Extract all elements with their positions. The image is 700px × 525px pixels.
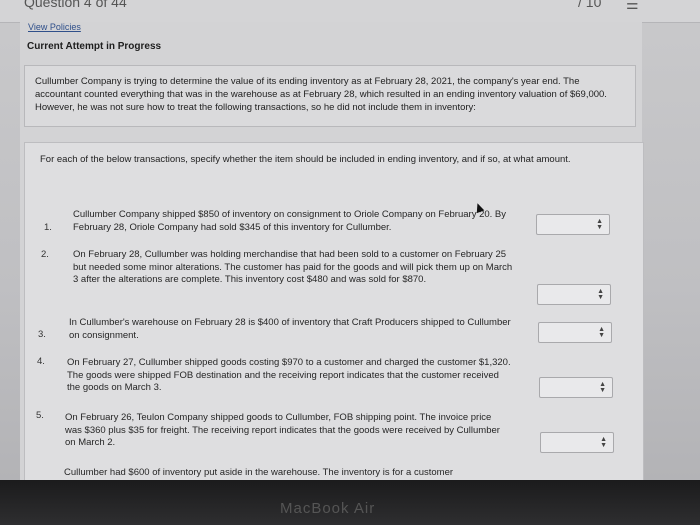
- question-counter: Question 4 of 44: [24, 0, 127, 10]
- item-number: 2.: [41, 249, 49, 260]
- item-text: Cullumber Company shipped $850 of invent…: [73, 209, 507, 233]
- item-text: On February 28, Cullumber was holding me…: [73, 249, 513, 285]
- item-number: 1.: [44, 222, 52, 233]
- item-text: On February 26, Teulon Company shipped g…: [65, 412, 500, 448]
- points-label: / 10: [578, 0, 602, 10]
- attempt-status: Current Attempt in Progress: [27, 41, 162, 52]
- question-header: Question 4 of 44 / 10 ☰: [0, 0, 700, 23]
- problem-intro-box: Cullumber Company is trying to determine…: [24, 65, 636, 127]
- item-2-dropdown[interactable]: ▲ ▼: [537, 284, 611, 305]
- question-instruction: For each of the below transactions, spec…: [40, 154, 571, 165]
- dropdown-arrows-icon: ▲ ▼: [597, 288, 604, 301]
- item-text: On February 27, Cullumber shipped goods …: [67, 357, 511, 393]
- problem-intro-text: Cullumber Company is trying to determine…: [35, 76, 607, 113]
- dropdown-arrows-icon: ▲ ▼: [600, 436, 607, 449]
- dropdown-arrows-icon: ▲ ▼: [599, 381, 606, 394]
- item-number: 5.: [36, 410, 44, 421]
- item-number: 3.: [38, 329, 46, 340]
- dropdown-arrows-icon: ▲ ▼: [598, 326, 605, 339]
- list-icon[interactable]: ☰: [626, 0, 639, 13]
- dropdown-arrows-icon: ▲ ▼: [596, 218, 603, 231]
- item-text: In Cullumber's warehouse on February 28 …: [69, 317, 511, 341]
- item-4-dropdown[interactable]: ▲ ▼: [539, 377, 613, 398]
- item-text: Cullumber had $600 of inventory put asid…: [64, 467, 454, 478]
- browser-screen: Question 4 of 44 / 10 ☰ View Policies Cu…: [0, 0, 700, 480]
- item-5-dropdown[interactable]: ▲ ▼: [540, 432, 614, 453]
- item-1-dropdown[interactable]: ▲ ▼: [536, 214, 610, 235]
- view-policies-link[interactable]: View Policies: [28, 22, 81, 32]
- device-brand-label: MacBook Air: [280, 500, 376, 517]
- item-number: 4.: [37, 356, 45, 367]
- item-3-dropdown[interactable]: ▲ ▼: [538, 322, 612, 343]
